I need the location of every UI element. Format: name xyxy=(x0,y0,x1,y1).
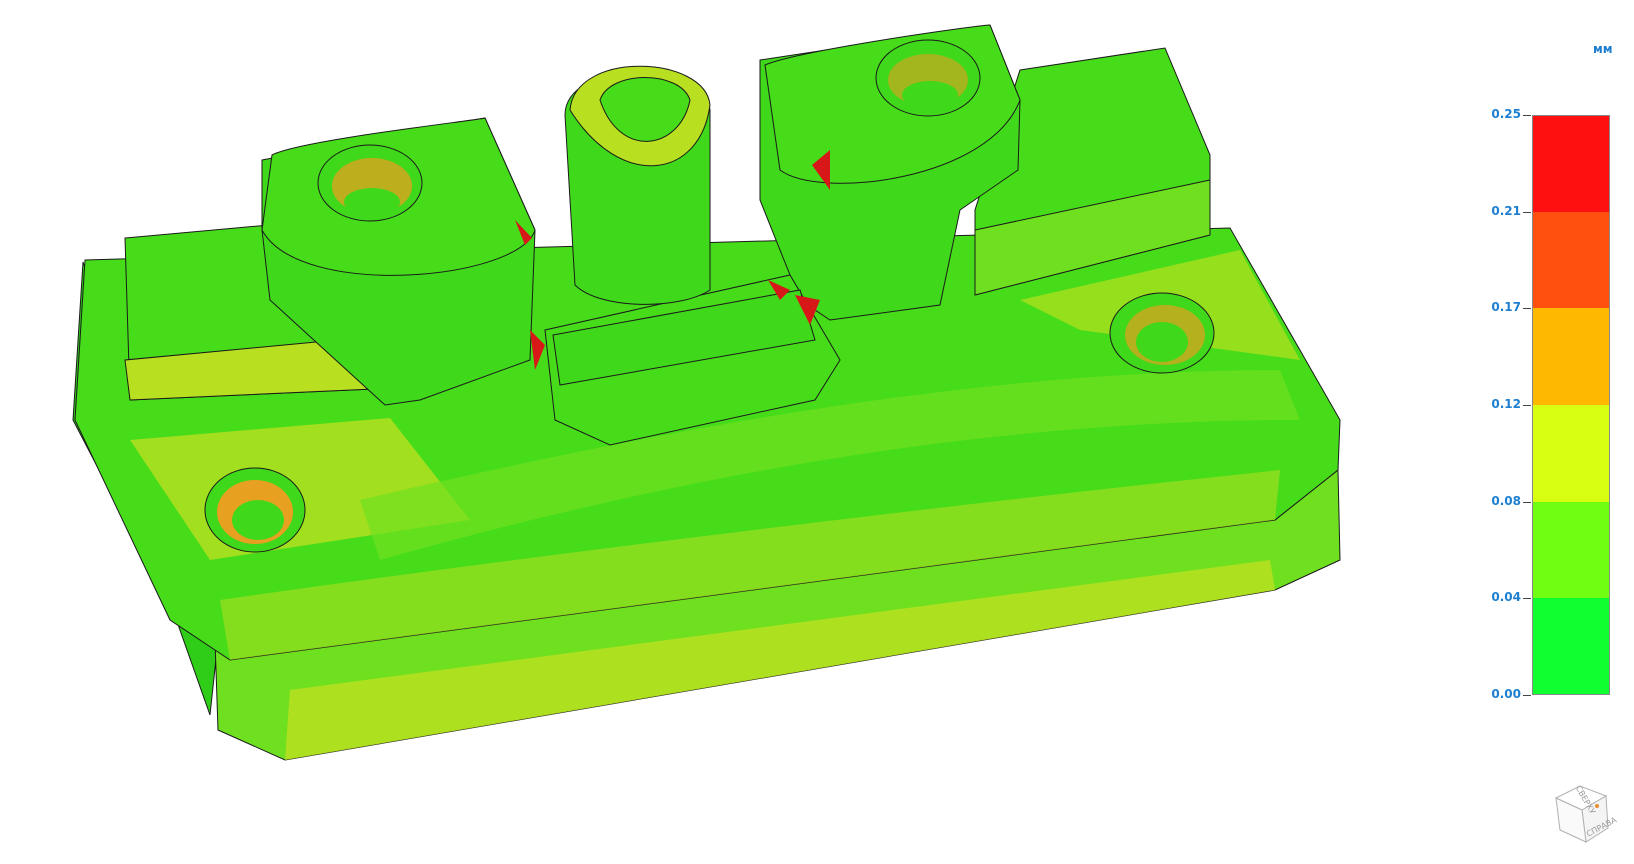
view-cube-icon[interactable]: СВЕРХУ СПРАВА xyxy=(1548,770,1628,850)
legend-unit-label: мм xyxy=(1593,42,1613,56)
legend-tick-label: 0.17 xyxy=(1491,300,1521,314)
mounting-hole-left xyxy=(204,467,306,553)
legend-tick-mark xyxy=(1523,695,1531,696)
legend-tick-label: 0.12 xyxy=(1491,397,1521,411)
legend-tick-label: 0.25 xyxy=(1491,107,1521,121)
legend-tick-mark xyxy=(1523,212,1531,213)
legend-band-3 xyxy=(1532,308,1610,405)
legend-tick-label: 0.04 xyxy=(1491,590,1521,604)
view-cube-widget[interactable]: СВЕРХУ СПРАВА xyxy=(1548,770,1628,850)
legend-tick-label: 0.08 xyxy=(1491,494,1521,508)
legend-band-6 xyxy=(1532,598,1610,695)
mounting-hole-right xyxy=(1109,292,1215,374)
legend-tick-mark xyxy=(1523,502,1531,503)
legend-band-5 xyxy=(1532,502,1610,598)
legend-tick-label: 0.00 xyxy=(1491,687,1521,701)
deviation-color-map-model[interactable] xyxy=(0,0,1634,864)
3d-viewport[interactable] xyxy=(0,0,1634,864)
legend-tick-label: 0.21 xyxy=(1491,204,1521,218)
legend-band-2 xyxy=(1532,212,1610,308)
legend-band-4 xyxy=(1532,405,1610,502)
legend-tick-mark xyxy=(1523,405,1531,406)
legend-band-1 xyxy=(1532,115,1610,212)
legend-tick-mark xyxy=(1523,115,1531,116)
legend-tick-mark xyxy=(1523,598,1531,599)
legend-tick-mark xyxy=(1523,308,1531,309)
